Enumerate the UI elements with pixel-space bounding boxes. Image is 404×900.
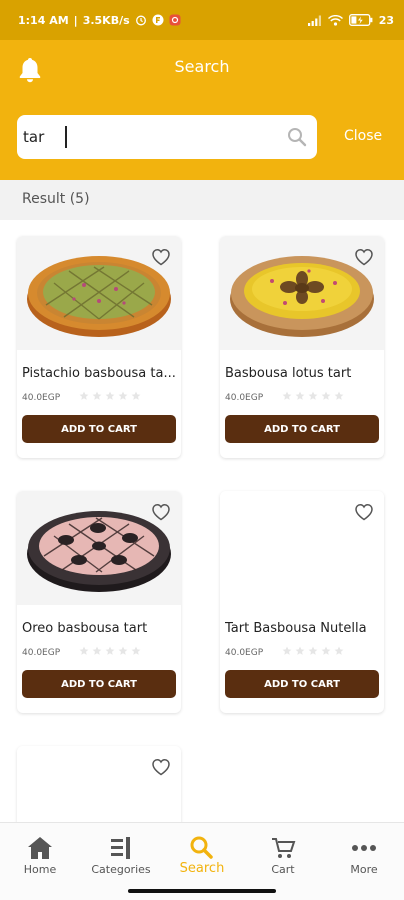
home-indicator: [128, 889, 276, 893]
add-to-cart-button[interactable]: ADD TO CART: [22, 415, 176, 443]
status-speed: 3.5KB/s: [82, 13, 130, 27]
nav-label-more: More: [350, 863, 378, 876]
star-icon: [282, 646, 292, 655]
text-caret: [65, 126, 67, 148]
search-header: Search Close: [0, 40, 404, 180]
star-icon: [321, 646, 331, 655]
nav-label-categories: Categories: [91, 863, 151, 876]
star-icon: [295, 646, 305, 655]
app-notification-icon: [152, 14, 164, 26]
nav-item-more[interactable]: More: [324, 823, 404, 883]
favorite-heart-icon[interactable]: [151, 503, 171, 521]
home-icon: [26, 835, 54, 861]
favorite-heart-icon[interactable]: [151, 248, 171, 266]
star-icon: [118, 391, 128, 400]
product-price: 40.0EGP: [225, 393, 264, 403]
star-icon: [79, 646, 89, 655]
star-icon: [131, 391, 141, 400]
add-to-cart-button[interactable]: ADD TO CART: [22, 670, 176, 698]
favorite-heart-icon[interactable]: [151, 758, 171, 776]
add-to-cart-button[interactable]: ADD TO CART: [225, 670, 379, 698]
product-price: 40.0EGP: [225, 648, 264, 658]
result-count-bar: Result (5): [0, 180, 404, 220]
star-icon: [131, 646, 141, 655]
status-bar: 1:14 AM | 3.5KB/s 23: [0, 0, 404, 40]
result-label: Result: [22, 191, 66, 207]
search-icon[interactable]: [287, 127, 307, 147]
rating-stars: [282, 646, 344, 656]
star-icon: [295, 391, 305, 400]
star-icon: [282, 391, 292, 400]
search-icon: [188, 835, 216, 861]
product-card[interactable]: Pistachio basbousa ta... 40.0EGP ADD TO …: [17, 236, 181, 458]
star-icon: [308, 391, 318, 400]
wifi-icon: [327, 14, 343, 26]
star-icon: [118, 646, 128, 655]
nav-item-home[interactable]: Home: [0, 823, 80, 883]
star-icon: [105, 646, 115, 655]
product-price: 40.0EGP: [22, 393, 61, 403]
star-icon: [105, 391, 115, 400]
rating-stars: [79, 391, 141, 401]
categories-icon: [107, 835, 135, 861]
search-input[interactable]: [23, 123, 283, 151]
battery-icon: [348, 14, 373, 26]
star-icon: [334, 391, 344, 400]
add-to-cart-button[interactable]: ADD TO CART: [225, 415, 379, 443]
status-time: 1:14 AM: [18, 13, 69, 27]
product-name: Pistachio basbousa ta...: [22, 366, 176, 381]
product-card[interactable]: Tart Basbousa Nutella 40.0EGP ADD TO CAR…: [220, 491, 384, 713]
alarm-icon: [135, 14, 147, 26]
star-icon: [92, 391, 102, 400]
status-left: 1:14 AM | 3.5KB/s: [18, 14, 181, 27]
product-name: Oreo basbousa tart: [22, 621, 148, 636]
page-title: Search: [174, 57, 230, 76]
signal-icon: [307, 15, 322, 26]
search-box[interactable]: [17, 115, 317, 159]
rating-stars: [79, 646, 141, 656]
nav-label-cart: Cart: [271, 863, 295, 876]
product-name: Tart Basbousa Nutella: [225, 621, 367, 636]
result-count: (5): [69, 191, 90, 207]
rating-stars: [282, 391, 344, 401]
star-icon: [92, 646, 102, 655]
message-notification-icon: [169, 14, 181, 26]
nav-item-cart[interactable]: Cart: [243, 823, 323, 883]
favorite-heart-icon[interactable]: [354, 503, 374, 521]
more-icon: [350, 835, 378, 861]
cart-icon: [269, 835, 297, 861]
star-icon: [321, 391, 331, 400]
favorite-heart-icon[interactable]: [354, 248, 374, 266]
star-icon: [308, 646, 318, 655]
status-right: 23: [307, 13, 394, 27]
nav-label-home: Home: [23, 863, 57, 876]
product-card[interactable]: Oreo basbousa tart 40.0EGP ADD TO CART: [17, 491, 181, 713]
star-icon: [79, 391, 89, 400]
close-button[interactable]: Close: [344, 128, 382, 144]
star-icon: [334, 646, 344, 655]
nav-item-search[interactable]: Search: [162, 823, 242, 883]
product-price: 40.0EGP: [22, 648, 61, 658]
nav-item-categories[interactable]: Categories: [81, 823, 161, 883]
product-name: Basbousa lotus tart: [225, 366, 352, 381]
product-card[interactable]: Basbousa lotus tart 40.0EGP ADD TO CART: [220, 236, 384, 458]
battery-percent: 23: [378, 13, 394, 27]
nav-label-search: Search: [179, 861, 225, 876]
